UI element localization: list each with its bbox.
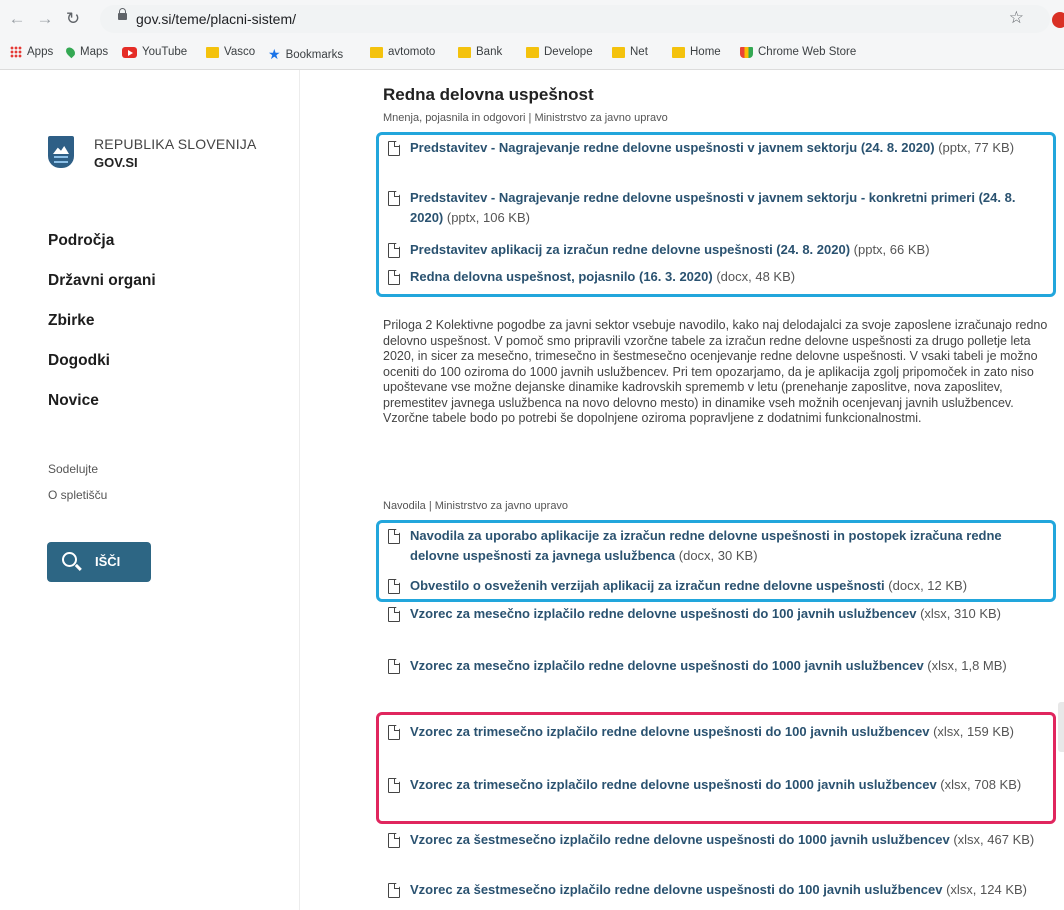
folder-icon (672, 46, 685, 58)
forward-arrow-icon[interactable]: → (34, 8, 56, 30)
folder-icon (370, 46, 383, 58)
youtube-icon (122, 46, 137, 58)
bookmark-label: Chrome Web Store (758, 46, 857, 58)
profile-avatar-icon[interactable] (1052, 12, 1064, 28)
search-icon (62, 552, 77, 567)
bookmark-home[interactable]: Home (672, 46, 721, 58)
coat-of-arms-icon[interactable] (48, 136, 74, 168)
browser-chrome: ← → ↻ gov.si/teme/placni-sistem/ ☆ Apps … (0, 0, 1064, 70)
bookmark-vasco[interactable]: Vasco (206, 46, 255, 58)
section-meta: Mnenja, pojasnila in odgovori | Ministrs… (383, 112, 668, 124)
document-item: Vzorec za mesečno izplačilo redne delovn… (388, 604, 1048, 624)
bookmark-label: avtomoto (388, 46, 436, 58)
document-meta: (xlsx, 124 KB) (946, 882, 1028, 897)
document-item: Vzorec za šestmesečno izplačilo redne de… (388, 830, 1048, 850)
document-item: Vzorec za šestmesečno izplačilo redne de… (388, 880, 1048, 900)
nav-drzavni-organi[interactable]: Državni organi (48, 272, 156, 290)
document-link[interactable]: Vzorec za mesečno izplačilo redne delovn… (410, 658, 924, 673)
page-title: Redna delovna uspešnost (383, 85, 594, 104)
document-meta: (xlsx, 310 KB) (920, 606, 1001, 621)
document-meta: (xlsx, 1,8 MB) (927, 658, 1007, 673)
bookmark-label: Vasco (224, 46, 256, 58)
bookmark-label: Apps (27, 46, 54, 58)
bookmark-label: Develope (544, 46, 593, 58)
main-content: Redna delovna uspešnost Mnenja, pojasnil… (300, 70, 1064, 910)
document-meta: (xlsx, 467 KB) (953, 832, 1035, 847)
folder-icon (458, 46, 471, 58)
bookmarks-bar: Apps Maps YouTube Vasco ★ Bookmarks avtom… (0, 40, 1064, 68)
document-icon (388, 883, 400, 898)
document-item: Vzorec za mesečno izplačilo redne delovn… (388, 656, 1048, 676)
bookmark-label: Maps (80, 46, 109, 58)
sidebar: REPUBLIKA SLOVENIJA GOV.SI Področja Drža… (0, 70, 300, 910)
bookmark-youtube[interactable]: YouTube (122, 46, 187, 58)
nav-novice[interactable]: Novice (48, 392, 99, 410)
maps-pin-icon (64, 45, 77, 59)
search-button[interactable]: IŠČI (47, 542, 151, 582)
bookmark-net[interactable]: Net (612, 46, 648, 58)
highlight-box-blue (376, 132, 1056, 297)
description-paragraph: Priloga 2 Kolektivne pogodbe za javni se… (383, 318, 1048, 425)
folder-icon (206, 46, 219, 58)
back-arrow-icon[interactable]: ← (6, 8, 28, 30)
folder-icon (612, 46, 625, 58)
address-bar[interactable]: gov.si/teme/placni-sistem/ ☆ (100, 5, 1050, 33)
section-meta: Navodila | Ministrstvo za javno upravo (383, 500, 569, 512)
bookmark-avtomoto[interactable]: avtomoto (370, 46, 435, 58)
bookmark-label: Home (690, 46, 721, 58)
nav-podrocja[interactable]: Področja (48, 232, 114, 250)
bookmark-apps[interactable]: Apps (10, 46, 53, 58)
bookmark-label: YouTube (142, 46, 188, 58)
highlight-box-blue (376, 520, 1056, 602)
bookmark-develope[interactable]: Develope (526, 46, 593, 58)
document-link[interactable]: Vzorec za šestmesečno izplačilo redne de… (410, 832, 950, 847)
web-store-icon (740, 46, 753, 58)
document-icon (388, 833, 400, 848)
lock-icon (118, 8, 127, 20)
nav-zbirke[interactable]: Zbirke (48, 312, 95, 330)
bookmark-chrome-web-store[interactable]: Chrome Web Store (740, 46, 856, 58)
document-link[interactable]: Vzorec za mesečno izplačilo redne delovn… (410, 606, 916, 621)
scroll-tab[interactable] (1058, 702, 1064, 752)
nav-sodelujte[interactable]: Sodelujte (48, 462, 98, 476)
brand-domain[interactable]: GOV.SI (94, 155, 138, 170)
folder-icon (526, 46, 539, 58)
address-row: ← → ↻ gov.si/teme/placni-sistem/ ☆ (0, 0, 1064, 38)
search-button-label: IŠČI (95, 554, 121, 569)
bookmark-label: Bank (476, 46, 503, 58)
nav-dogodki[interactable]: Dogodki (48, 352, 110, 370)
reload-icon[interactable]: ↻ (62, 8, 84, 30)
highlight-box-pink (376, 712, 1056, 824)
bookmark-label: Net (630, 46, 648, 58)
bookmark-star-icon[interactable]: ☆ (1009, 8, 1024, 28)
document-icon (388, 659, 400, 674)
nav-o-spletiscu[interactable]: O spletišču (48, 488, 107, 502)
bookmark-bank[interactable]: Bank (458, 46, 502, 58)
bookmark-label: Bookmarks (285, 48, 344, 61)
apps-grid-icon (10, 46, 22, 58)
document-icon (388, 607, 400, 622)
bookmark-maps[interactable]: Maps (64, 45, 109, 59)
document-link[interactable]: Vzorec za šestmesečno izplačilo redne de… (410, 882, 942, 897)
url-text[interactable]: gov.si/teme/placni-sistem/ (136, 11, 296, 27)
brand-name[interactable]: REPUBLIKA SLOVENIJA (94, 136, 257, 152)
bookmark-bookmarks[interactable]: ★ Bookmarks (268, 46, 343, 63)
star-icon: ★ (268, 46, 281, 62)
